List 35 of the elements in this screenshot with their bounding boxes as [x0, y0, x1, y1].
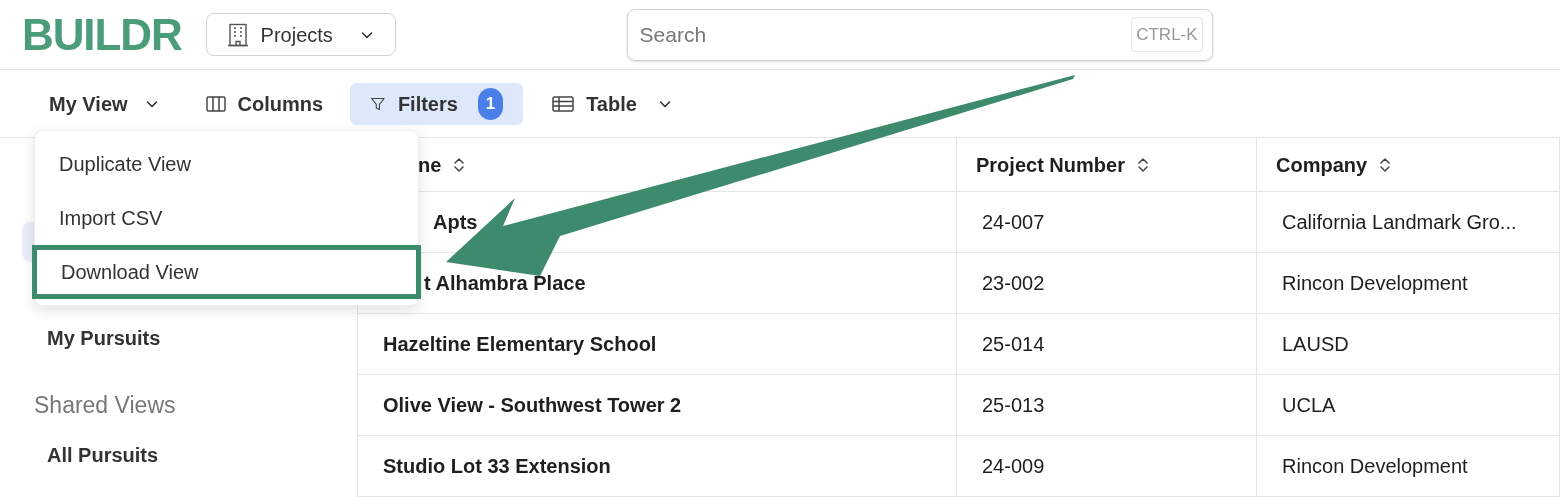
table-cell-text: California Landmark Gro...	[1282, 210, 1517, 235]
sort-icon[interactable]	[1379, 155, 1392, 174]
sidebar-item[interactable]: My Pursuits	[22, 318, 341, 358]
sort-icon[interactable]	[1136, 155, 1149, 174]
view-selector[interactable]: My View	[49, 88, 160, 119]
sort-icon[interactable]	[453, 155, 466, 174]
table-cell-text: t Alhambra Place	[424, 271, 586, 296]
table-cell-text: Studio Lot 33 Extension	[383, 454, 611, 479]
table-cell-text: 24-009	[982, 454, 1045, 479]
columns-button[interactable]: Columns	[205, 88, 324, 119]
table-cell-text: 24-007	[982, 210, 1045, 235]
filters-button[interactable]: Filters 1	[350, 82, 524, 125]
menu-item[interactable]: Download View	[32, 245, 421, 299]
table-cell-text: Apts	[433, 210, 478, 235]
sidebar-heading: Shared Views	[33, 391, 177, 420]
table-cell-text: 25-013	[982, 393, 1045, 418]
shortcut-hint: CTRL-K	[1131, 16, 1203, 52]
filter-count-badge: 1	[477, 87, 504, 120]
building-icon	[226, 22, 249, 47]
table-cell-text: Rincon Development	[1282, 454, 1468, 479]
column-header[interactable]: Company	[1257, 138, 1560, 191]
columns-icon	[205, 94, 226, 113]
menu-item[interactable]: Import CSV	[35, 191, 418, 245]
table-cell-text: Olive View - Southwest Tower 2	[383, 393, 682, 418]
sidebar-item[interactable]: All Pursuits	[22, 434, 341, 475]
table-icon	[552, 94, 575, 113]
module-switcher[interactable]: Projects	[205, 13, 396, 56]
table-cell-text: Rincon Development	[1282, 271, 1468, 296]
table-cell-text: 23-002	[982, 271, 1045, 296]
table-cell-text: Hazeltine Elementary School	[383, 332, 657, 357]
table-cell-text: LAUSD	[1282, 332, 1349, 357]
table-cell-text: UCLA	[1282, 393, 1336, 418]
layout-selector[interactable]: Table	[552, 88, 673, 119]
table-cell-text: 25-014	[982, 332, 1045, 357]
column-header[interactable]: Project Number	[957, 138, 1257, 191]
